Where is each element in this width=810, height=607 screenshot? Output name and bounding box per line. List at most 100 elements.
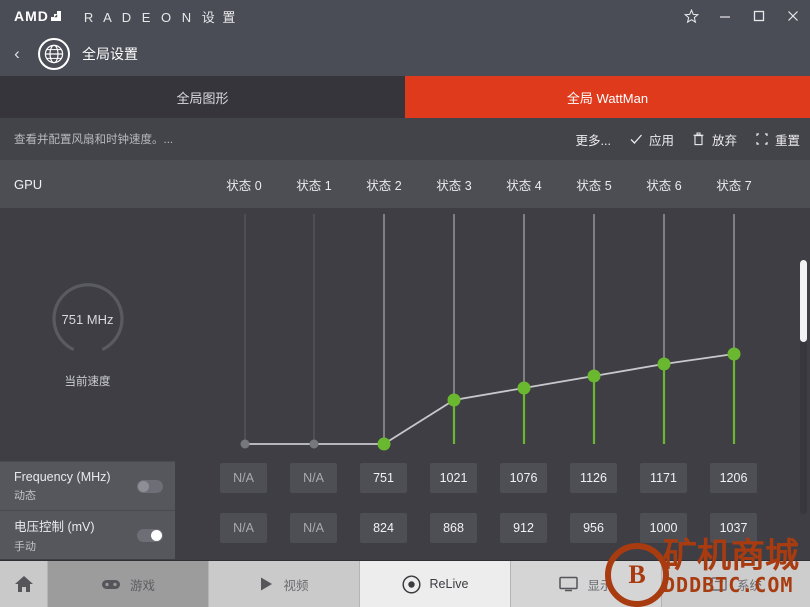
gpu-header-label: GPU [14, 176, 43, 192]
gauge-caption: 当前速度 [64, 375, 111, 388]
brand-settings: 设 置 [201, 9, 238, 25]
bottom-navigation: 游戏 视频 ReLive 显示 系统 [0, 560, 810, 607]
nav-system[interactable]: 系统 [662, 561, 810, 607]
voltage-cell-6[interactable]: 1000 [640, 513, 687, 543]
point-1-inactive [309, 439, 319, 449]
voltage-cell-4[interactable]: 912 [500, 513, 547, 543]
page-description: 查看并配置风扇和时钟速度。... [14, 134, 174, 146]
state-label-4[interactable]: 状态 4 [492, 160, 556, 208]
point-7 [727, 347, 741, 361]
star-icon[interactable] [674, 0, 708, 32]
trash-icon [692, 132, 706, 146]
gauge-arc: 751 MHz [49, 281, 127, 359]
voltage-toggle[interactable] [137, 528, 163, 542]
point-4 [517, 381, 531, 395]
reset-label: 重置 [774, 133, 800, 148]
voltage-cell-1[interactable]: N/A [290, 513, 337, 543]
window-controls [674, 0, 810, 32]
frequency-label: Frequency (MHz) [14, 469, 111, 484]
maximize-icon[interactable] [742, 0, 776, 32]
amd-logo-text: AMD [14, 8, 49, 24]
state-label-3[interactable]: 状态 3 [422, 160, 486, 208]
voltage-cell-0[interactable]: N/A [220, 513, 267, 543]
relive-icon [401, 574, 421, 594]
breadcrumb: ‹ 全局设置 [0, 32, 810, 76]
minimize-icon[interactable] [708, 0, 742, 32]
voltage-cell-7[interactable]: 1037 [710, 513, 757, 543]
voltage-cell-2[interactable]: 824 [360, 513, 407, 543]
gauge-value: 751 MHz [61, 312, 114, 327]
nav-system-label: 系统 [736, 578, 762, 593]
state-label-6[interactable]: 状态 6 [632, 160, 696, 208]
voltage-cell-5[interactable]: 956 [570, 513, 617, 543]
nav-home[interactable] [0, 561, 48, 607]
system-icon [710, 576, 728, 592]
point-5 [587, 369, 601, 383]
gpu-header: GPU [0, 160, 175, 208]
wattman-state-editor: 状态 0 状态 1 状态 2 状态 3 状态 4 状态 5 状态 6 状态 7 [175, 160, 810, 560]
tab-global-graphics[interactable]: 全局图形 [0, 76, 405, 118]
title-bar: AMD R A D E O N 设 置 [0, 0, 810, 32]
frequency-curve-chart[interactable] [175, 208, 810, 514]
frequency-cell-2[interactable]: 751 [360, 463, 407, 493]
page-title: 全局设置 [82, 46, 138, 62]
nav-display-label: 显示 [587, 578, 613, 593]
nav-gaming[interactable]: 游戏 [48, 561, 209, 607]
main-tabs: 全局图形 全局 WattMan [0, 76, 810, 118]
state-label-2[interactable]: 状态 2 [352, 160, 416, 208]
reset-button[interactable]: 重置 [755, 130, 800, 149]
close-icon[interactable] [776, 0, 810, 32]
frequency-cell-4[interactable]: 1076 [500, 463, 547, 493]
state-label-7[interactable]: 状态 7 [702, 160, 766, 208]
point-3 [447, 393, 461, 407]
globe-icon [38, 38, 70, 70]
action-bar: 查看并配置风扇和时钟速度。... 更多... 应用 放弃 重置 [0, 118, 810, 161]
frequency-toggle-row[interactable]: Frequency (MHz) 动态 [0, 461, 175, 510]
voltage-toggle-row[interactable]: 电压控制 (mV) 手动 [0, 510, 175, 559]
reset-icon [755, 132, 769, 146]
chart-scrollbar-thumb[interactable] [800, 260, 807, 342]
brand-radeon: R A D E O N [83, 9, 195, 25]
voltage-label: 电压控制 (mV) [14, 520, 95, 534]
frequency-toggle[interactable] [137, 479, 163, 493]
apply-button[interactable]: 应用 [629, 130, 674, 149]
back-button[interactable]: ‹ [0, 32, 34, 76]
frequency-sublabel: 动态 [14, 489, 36, 502]
gamepad-icon [101, 577, 121, 591]
state-label-0[interactable]: 状态 0 [212, 160, 276, 208]
frequency-cell-3[interactable]: 1021 [430, 463, 477, 493]
frequency-cell-0[interactable]: N/A [220, 463, 267, 493]
nav-relive[interactable]: ReLive [360, 561, 511, 607]
nav-relive-label: ReLive [429, 577, 469, 591]
voltage-cell-3[interactable]: 868 [430, 513, 477, 543]
tab-global-wattman[interactable]: 全局 WattMan [405, 76, 810, 118]
state-label-5[interactable]: 状态 5 [562, 160, 626, 208]
voltage-toggle-knob [151, 529, 162, 541]
more-label: 更多... [575, 133, 611, 148]
nav-display[interactable]: 显示 [511, 561, 662, 607]
state-header-row: 状态 0 状态 1 状态 2 状态 3 状态 4 状态 5 状态 6 状态 7 [175, 160, 810, 208]
nav-video-label: 视频 [283, 578, 309, 593]
check-icon [629, 132, 643, 146]
frequency-cell-1[interactable]: N/A [290, 463, 337, 493]
discard-button[interactable]: 放弃 [692, 130, 737, 149]
radeon-settings-window: AMD R A D E O N 设 置 ‹ 全局设置 全局图形 全局 WattM… [0, 0, 810, 607]
frequency-value-row: N/A N/A 751 1021 1076 1126 1171 1206 [175, 456, 810, 506]
state-label-1[interactable]: 状态 1 [282, 160, 346, 208]
discard-label: 放弃 [711, 133, 737, 148]
gpu-side-panel: GPU 751 MHz 当前速度 Frequency (MHz) 动态 电压控制… [0, 160, 175, 560]
frequency-cell-7[interactable]: 1206 [710, 463, 757, 493]
point-6 [657, 357, 671, 371]
app-brand-title: R A D E O N 设 置 [84, 7, 238, 26]
point-0-inactive [240, 439, 250, 449]
frequency-cell-6[interactable]: 1171 [640, 463, 687, 493]
frequency-cell-5[interactable]: 1126 [570, 463, 617, 493]
amd-logo: AMD [14, 8, 62, 24]
home-icon [14, 575, 34, 593]
monitor-icon [559, 576, 579, 592]
nav-video[interactable]: 视频 [209, 561, 360, 607]
amd-arrow-icon [50, 10, 62, 22]
point-2 [377, 437, 391, 451]
more-button[interactable]: 更多... [576, 130, 611, 149]
voltage-value-row: N/A N/A 824 868 912 956 1000 1037 [175, 506, 810, 556]
